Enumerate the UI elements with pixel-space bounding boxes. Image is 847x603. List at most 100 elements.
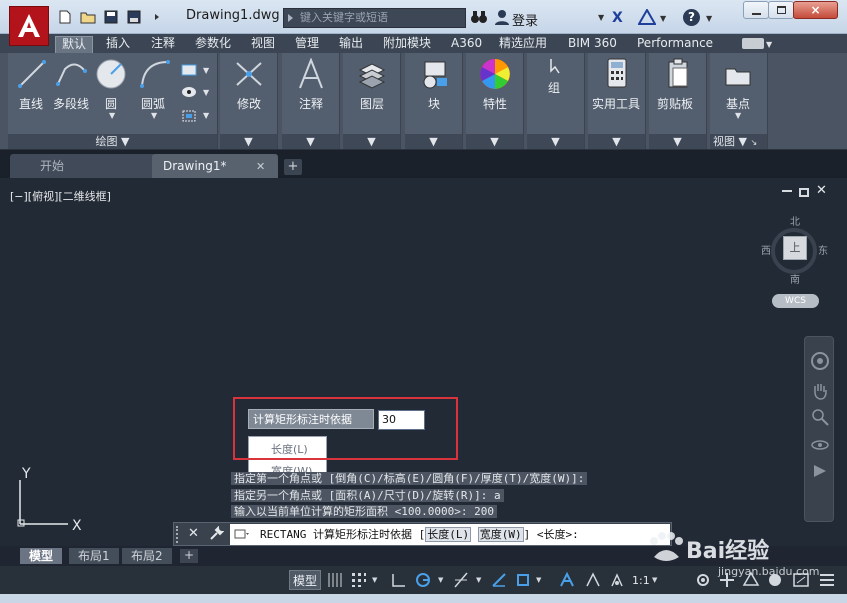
- text-icon[interactable]: [296, 58, 326, 90]
- annotation-scale-icon[interactable]: [558, 571, 576, 589]
- tab-insert[interactable]: 插入: [106, 36, 130, 53]
- utilities-panel-footer[interactable]: ▼: [588, 134, 645, 149]
- tab-start[interactable]: 开始: [10, 154, 156, 178]
- open-folder-icon[interactable]: [79, 8, 97, 26]
- properties-label[interactable]: 特性: [483, 95, 507, 112]
- clipboard-label[interactable]: 剪贴板: [657, 95, 693, 112]
- boundary-icon[interactable]: [180, 108, 198, 124]
- zoom-extents-icon[interactable]: [810, 407, 830, 427]
- viewport-restore-icon[interactable]: [799, 188, 809, 197]
- arc-icon[interactable]: [139, 59, 171, 89]
- new-layout-button[interactable]: +: [180, 549, 198, 563]
- a360-dropdown-icon[interactable]: ▼: [660, 14, 666, 23]
- line-icon[interactable]: [17, 59, 47, 89]
- command-input[interactable]: RECTANG 计算矩形标注时依据 [长度(L) 宽度(W)] <长度>:: [230, 524, 670, 545]
- clipboard-panel-footer[interactable]: ▼: [649, 134, 706, 149]
- model-space-button[interactable]: 模型: [289, 570, 321, 590]
- maximize-button[interactable]: [768, 1, 794, 19]
- customize-wrench-icon[interactable]: [208, 526, 224, 542]
- group-panel-footer[interactable]: ▼: [527, 134, 584, 149]
- minimize-button[interactable]: [743, 1, 769, 19]
- viewport-minimize-icon[interactable]: [782, 190, 792, 192]
- clipboard-icon[interactable]: [665, 57, 691, 89]
- help-icon[interactable]: ?: [683, 9, 700, 26]
- a360-icon[interactable]: [637, 7, 657, 25]
- group-label[interactable]: 组: [548, 79, 560, 96]
- draw-panel-title[interactable]: 绘图 ▼: [8, 134, 217, 149]
- layers-label[interactable]: 图层: [360, 95, 384, 112]
- exchange-apps-icon[interactable]: X: [612, 10, 623, 26]
- modify-label[interactable]: 修改: [237, 95, 261, 112]
- help-dropdown-icon[interactable]: ▼: [706, 14, 712, 23]
- tab-annotate[interactable]: 注释: [151, 36, 175, 53]
- compass-east[interactable]: 东: [818, 242, 828, 257]
- snap-dropdown-icon[interactable]: ▼: [372, 576, 377, 584]
- layout-tab-model[interactable]: 模型: [20, 548, 63, 564]
- ribbon-minimize-icon[interactable]: [742, 38, 764, 49]
- new-file-icon[interactable]: [56, 8, 74, 26]
- block-icon[interactable]: [417, 58, 451, 90]
- search-input[interactable]: 键入关键字或短语: [283, 8, 466, 28]
- circle-tool-label[interactable]: 圆: [105, 95, 117, 112]
- orbit-icon[interactable]: [810, 435, 830, 455]
- showmotion-icon[interactable]: [810, 461, 830, 481]
- tab-home[interactable]: 默认: [55, 36, 94, 53]
- calculator-icon[interactable]: [606, 57, 628, 89]
- annotation-scale-value[interactable]: 1:1: [632, 574, 650, 587]
- tab-performance[interactable]: Performance: [637, 36, 713, 53]
- color-wheel-icon[interactable]: [478, 57, 512, 91]
- wcs-menu[interactable]: WCS: [772, 294, 819, 308]
- tab-manage[interactable]: 管理: [295, 36, 319, 53]
- steering-wheel-icon[interactable]: [810, 351, 830, 371]
- hatch-icon[interactable]: [180, 85, 198, 99]
- annotation-label[interactable]: 注释: [299, 95, 323, 112]
- layout-tab-2[interactable]: 布局2: [122, 548, 172, 564]
- close-tab-icon[interactable]: ✕: [256, 160, 265, 173]
- tab-parametric[interactable]: 参数化: [195, 36, 231, 53]
- tab-output[interactable]: 输出: [339, 36, 363, 53]
- arc-tool-label[interactable]: 圆弧: [141, 95, 165, 112]
- autocad-logo-icon[interactable]: [9, 6, 49, 46]
- ribbon-options-dropdown-icon[interactable]: ▼: [766, 40, 772, 49]
- polar-dropdown-icon[interactable]: ▼: [438, 576, 443, 584]
- group-icon[interactable]: [547, 57, 565, 75]
- basepoint-label[interactable]: 基点: [726, 95, 750, 112]
- line-tool-label[interactable]: 直线: [19, 95, 43, 112]
- layout-tab-1[interactable]: 布局1: [69, 548, 119, 564]
- layers-panel-footer[interactable]: ▼: [343, 134, 400, 149]
- tab-view[interactable]: 视图: [251, 36, 275, 53]
- command-option-length[interactable]: 长度(L): [425, 527, 472, 542]
- snap-icon[interactable]: [350, 571, 368, 589]
- viewcube-top-face[interactable]: 上: [783, 236, 807, 260]
- isodraft-dropdown-icon[interactable]: ▼: [476, 576, 481, 584]
- boundary-dropdown-icon[interactable]: ▼: [203, 111, 209, 120]
- save-as-icon[interactable]: [125, 8, 143, 26]
- object-snap-dropdown-icon[interactable]: ▼: [536, 576, 541, 584]
- qat-dropdown-icon[interactable]: [148, 8, 166, 26]
- command-option-width[interactable]: 宽度(W): [477, 527, 524, 542]
- command-prompt-icon[interactable]: [234, 529, 250, 540]
- isodraft-icon[interactable]: [452, 571, 470, 589]
- annotation-panel-footer[interactable]: ▼: [282, 134, 339, 149]
- properties-panel-footer[interactable]: ▼: [466, 134, 523, 149]
- panel-launcher-icon[interactable]: ↘: [750, 138, 757, 147]
- circle-icon[interactable]: [95, 58, 127, 90]
- auto-scale-icon[interactable]: [608, 571, 626, 589]
- rectangle-icon[interactable]: [180, 63, 198, 77]
- polar-tracking-icon[interactable]: [414, 571, 432, 589]
- tab-a360[interactable]: A360: [451, 36, 482, 53]
- login-dropdown-icon[interactable]: ▼: [598, 13, 604, 22]
- compass-south[interactable]: 南: [790, 271, 800, 286]
- binoculars-icon[interactable]: [470, 9, 488, 25]
- tab-addins[interactable]: 附加模块: [383, 36, 431, 53]
- object-snap-tracking-icon[interactable]: [490, 571, 508, 589]
- grid-icon[interactable]: [326, 571, 344, 589]
- basepoint-icon[interactable]: [724, 63, 752, 87]
- polyline-tool-label[interactable]: 多段线: [53, 95, 89, 112]
- circle-dropdown-icon[interactable]: ▼: [109, 111, 115, 120]
- block-label[interactable]: 块: [428, 95, 440, 112]
- basepoint-dropdown-icon[interactable]: ▼: [735, 111, 741, 120]
- block-panel-footer[interactable]: ▼: [405, 134, 462, 149]
- scale-dropdown-icon[interactable]: ▼: [652, 576, 657, 584]
- compass-north[interactable]: 北: [790, 213, 800, 228]
